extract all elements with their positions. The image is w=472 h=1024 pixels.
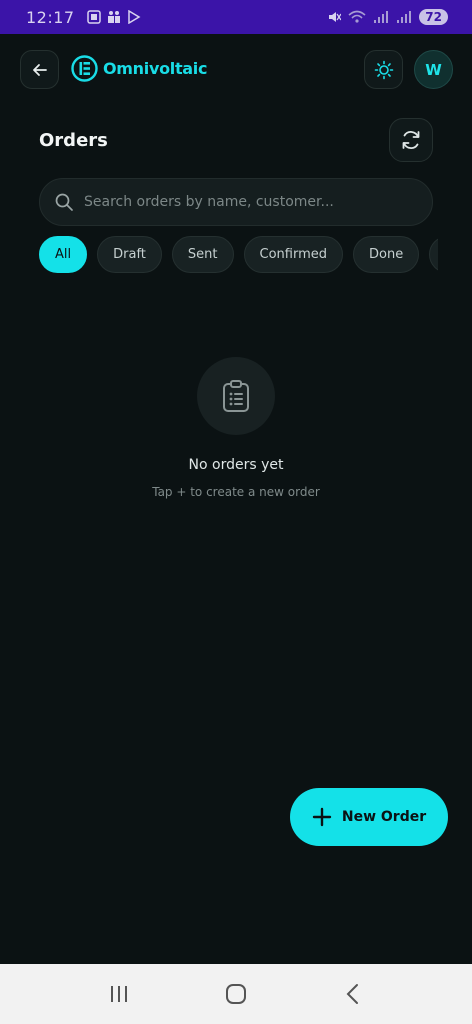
filter-chip-all[interactable]: All [39,236,88,273]
mute-icon [329,12,342,22]
status-filter-chips: All Draft Sent Confirmed Done C [39,236,438,274]
user-avatar[interactable]: W [414,50,453,89]
teams-icon [107,11,120,23]
empty-state-icon-circle [197,357,275,435]
filter-chip-done[interactable]: Done [353,236,420,273]
back-button[interactable] [20,50,59,89]
plus-icon [312,807,332,827]
play-store-icon [127,10,141,24]
refresh-button[interactable] [389,118,433,162]
brand-logo: Omnivoltaic [71,55,207,82]
arrow-left-icon [32,63,47,76]
battery-indicator: 72 [419,9,448,25]
search-input[interactable] [84,194,404,210]
system-nav-bar [0,964,472,1024]
gallery-icon [86,10,101,24]
filter-chip-cancelled[interactable]: C [429,236,438,273]
filter-chip-confirmed[interactable]: Confirmed [243,236,343,273]
search-icon [55,193,73,211]
wifi-icon [348,10,366,23]
system-back-button[interactable] [333,974,373,1014]
theme-toggle-button[interactable] [364,50,403,89]
new-order-button[interactable]: New Order [290,788,448,846]
brand-name: Omnivoltaic [103,59,208,78]
empty-state-title: No orders yet [188,457,284,473]
filter-chip-draft[interactable]: Draft [97,236,162,273]
filter-chip-sent[interactable]: Sent [171,236,234,273]
page-title: Orders [39,130,108,151]
logo-mark-icon [71,55,98,82]
sun-icon [374,60,393,79]
recents-button[interactable] [99,974,139,1014]
signal-icon [397,11,412,23]
signal-icon [374,11,389,23]
back-icon [346,984,359,1004]
new-order-label: New Order [341,809,427,825]
home-icon [225,984,246,1004]
search-bar[interactable] [39,178,433,226]
recents-icon [110,986,127,1002]
empty-state-subtitle: Tap + to create a new order [152,485,320,499]
home-button[interactable] [216,974,256,1014]
refresh-icon [402,131,420,149]
app-header: Omnivoltaic W [0,34,472,106]
status-bar: 12:17 72 [0,0,472,34]
status-time: 12:17 [26,7,75,27]
clipboard-icon [223,380,249,412]
